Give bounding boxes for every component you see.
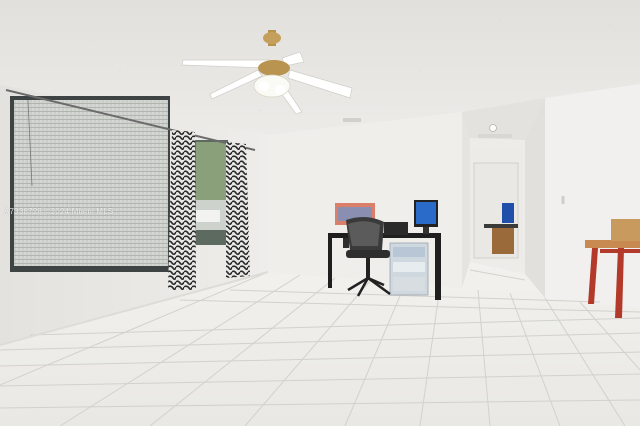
watermark-text: A7338728 ©2024 Miami MLS <box>4 207 114 216</box>
hallway-light-icon <box>489 124 497 132</box>
hallway-vent-icon <box>478 134 512 138</box>
room-photo: A7338728 ©2024 Miami MLS <box>0 0 640 426</box>
hallway-left-wall <box>462 112 470 288</box>
ceiling-vent-icon <box>343 118 361 122</box>
plastic-drawer-organizer <box>389 242 429 296</box>
